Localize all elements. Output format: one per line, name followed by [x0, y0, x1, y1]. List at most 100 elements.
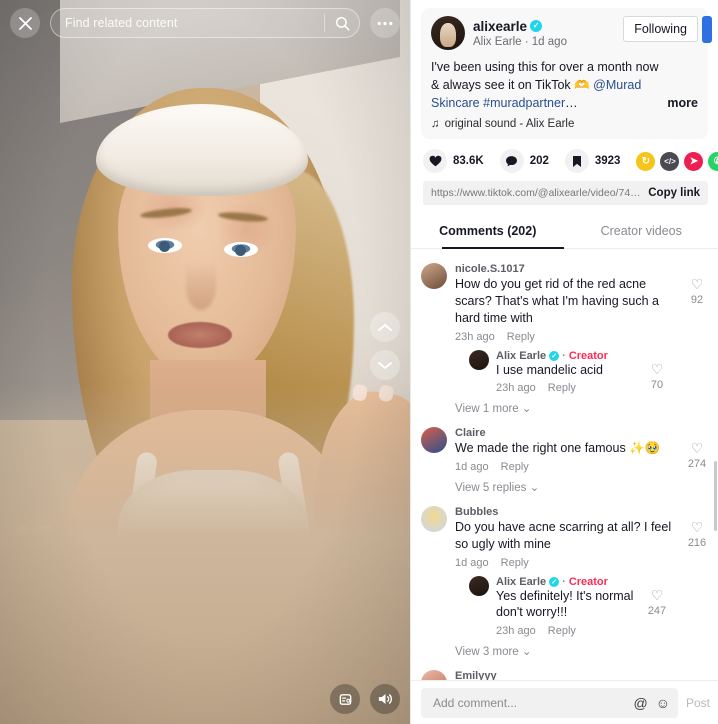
- save-count: 3923: [594, 155, 621, 168]
- close-icon[interactable]: [10, 8, 40, 38]
- follow-dropdown-caret[interactable]: [702, 16, 712, 43]
- next-video-chevron-down-icon[interactable]: [370, 350, 400, 380]
- reply-time: 23h ago: [496, 625, 536, 638]
- reply-text: I use mandelic acid: [496, 362, 604, 377]
- comment-reply: Alix Earle ✓ · Creator I use mandelic ac…: [469, 349, 672, 395]
- like-stat[interactable]: 83.6K: [423, 149, 484, 174]
- video-navigation-arrows: [370, 312, 400, 380]
- caption-line-2-prefix: TikTok 🫶: [535, 78, 594, 93]
- list-item: Bubbles Do you have acne scarring at all…: [421, 500, 712, 637]
- comment-like-column[interactable]: ♡ 274: [682, 427, 712, 473]
- comment-author[interactable]: nicole.S.1017: [455, 263, 672, 275]
- comment-like-column[interactable]: ♡ 92: [682, 263, 712, 394]
- tab-comments[interactable]: Comments (202): [411, 215, 565, 248]
- whatsapp-icon[interactable]: ✆: [708, 151, 718, 171]
- heart-outline-icon[interactable]: ♡: [682, 441, 712, 455]
- video-bottom-controls: [330, 684, 400, 714]
- following-button[interactable]: Following: [623, 16, 698, 42]
- embed-code-icon[interactable]: </>: [660, 151, 680, 171]
- reply-like-column[interactable]: ♡ 70: [642, 350, 672, 395]
- sound-row[interactable]: ♫ original sound - Alix Earle: [431, 118, 698, 130]
- reply-author-row[interactable]: Alix Earle ✓ · Creator: [496, 350, 635, 362]
- more-options-icon[interactable]: [370, 8, 400, 38]
- video-frame: [0, 0, 410, 724]
- comment-text: Do you have acne scarring at all? I feel…: [455, 520, 672, 551]
- add-comment-input[interactable]: Add comment... @ ☺: [421, 687, 678, 718]
- video-url[interactable]: https://www.tiktok.com/@alixearle/video/…: [431, 187, 642, 199]
- verified-badge-icon: ✓: [549, 576, 560, 587]
- comments-scrollbar[interactable]: [714, 461, 717, 532]
- heart-outline-icon[interactable]: ♡: [682, 277, 712, 291]
- view-more-replies-2[interactable]: View 3 more ⌄: [455, 644, 712, 658]
- avatar[interactable]: [469, 575, 489, 596]
- comment-bubble-icon: [499, 149, 524, 174]
- view-more-label: View 3 more: [455, 646, 519, 659]
- search-icon[interactable]: [329, 10, 355, 36]
- view-more-replies-1[interactable]: View 5 replies ⌄: [455, 480, 712, 494]
- video-caption: I've been using this for over a month no…: [431, 58, 698, 113]
- search-placeholder: Find related content: [65, 16, 178, 30]
- bookmark-icon: [564, 149, 589, 174]
- repost-icon[interactable]: ↻: [636, 151, 656, 171]
- comment-author[interactable]: Claire: [455, 427, 672, 439]
- comment-meta: 1d ago Reply: [455, 557, 672, 569]
- view-more-replies-0[interactable]: View 1 more ⌄: [455, 401, 712, 415]
- search-input[interactable]: Find related content: [50, 8, 360, 38]
- comment-like-column[interactable]: ♡ 216: [682, 506, 712, 637]
- caption-more-button[interactable]: more: [663, 94, 698, 113]
- panel-tabs: Comments (202) Creator videos: [411, 215, 718, 250]
- reply-reply-button[interactable]: Reply: [548, 625, 576, 637]
- avatar[interactable]: [469, 349, 489, 370]
- video-player[interactable]: Find related content: [0, 0, 410, 724]
- avatar[interactable]: [421, 670, 447, 680]
- pinterest-icon[interactable]: ➤: [684, 151, 704, 171]
- comment-reply-button[interactable]: Reply: [507, 331, 535, 343]
- share-link-bar: https://www.tiktok.com/@alixearle/video/…: [423, 181, 708, 206]
- comment-body: nicole.S.1017 How do you get rid of the …: [455, 263, 674, 394]
- captions-icon[interactable]: [330, 684, 360, 714]
- emoji-icon[interactable]: ☺: [656, 695, 670, 711]
- music-note-icon: ♫: [431, 118, 440, 131]
- like-count: 83.6K: [453, 155, 484, 168]
- avatar[interactable]: [431, 16, 465, 50]
- mention-icon[interactable]: @: [633, 695, 647, 711]
- engagement-stats: 83.6K 202 3923 ↻ </> ➤ ✆ f ➤: [411, 139, 718, 179]
- creator-badge: Creator: [568, 349, 608, 362]
- comment-body: Bubbles Do you have acne scarring at all…: [455, 506, 674, 637]
- comment-meta: 1d ago Reply: [455, 461, 672, 473]
- reply-author: Alix Earle: [496, 575, 547, 588]
- reply-meta: 23h ago Reply: [496, 382, 635, 394]
- comment-stat[interactable]: 202: [499, 149, 549, 174]
- comment-author[interactable]: Bubbles: [455, 506, 672, 518]
- comment-like-count: 274: [687, 458, 707, 471]
- search-divider: [324, 14, 325, 32]
- avatar[interactable]: [421, 506, 447, 533]
- view-more-label: View 5 replies: [455, 482, 527, 495]
- comment-like-column[interactable]: ♡ 5: [682, 670, 712, 680]
- volume-on-icon[interactable]: [370, 684, 400, 714]
- heart-outline-icon[interactable]: ♡: [642, 588, 672, 602]
- comment-time: 1d ago: [455, 461, 489, 474]
- comment-reply-button[interactable]: Reply: [501, 557, 529, 569]
- reply-like-column[interactable]: ♡ 247: [642, 576, 672, 638]
- reply-reply-button[interactable]: Reply: [548, 382, 576, 394]
- tab-creator-videos[interactable]: Creator videos: [565, 215, 718, 248]
- avatar[interactable]: [421, 263, 447, 290]
- comment-author[interactable]: Emilyyy: [455, 670, 672, 680]
- author-card: alixearle ✓ Alix Earle · 1d ago Followin…: [421, 8, 712, 140]
- copy-link-button[interactable]: Copy link: [642, 187, 700, 199]
- caption-hashtag-link[interactable]: #muradpartner: [483, 96, 565, 110]
- heart-outline-icon[interactable]: ♡: [642, 362, 672, 376]
- heart-outline-icon[interactable]: ♡: [682, 520, 712, 534]
- comment-meta: 23h ago Reply: [455, 331, 672, 343]
- previous-video-chevron-up-icon[interactable]: [370, 312, 400, 342]
- comment-list[interactable]: nicole.S.1017 How do you get rid of the …: [411, 249, 718, 680]
- reply-time: 23h ago: [496, 382, 536, 395]
- post-comment-button[interactable]: Post: [686, 696, 710, 710]
- save-stat[interactable]: 3923: [564, 149, 621, 174]
- reply-author-row[interactable]: Alix Earle ✓ · Creator: [496, 576, 635, 588]
- comment-reply-button[interactable]: Reply: [501, 461, 529, 473]
- avatar[interactable]: [421, 427, 447, 454]
- verified-badge-icon: ✓: [549, 350, 560, 361]
- creator-badge: Creator: [568, 575, 608, 588]
